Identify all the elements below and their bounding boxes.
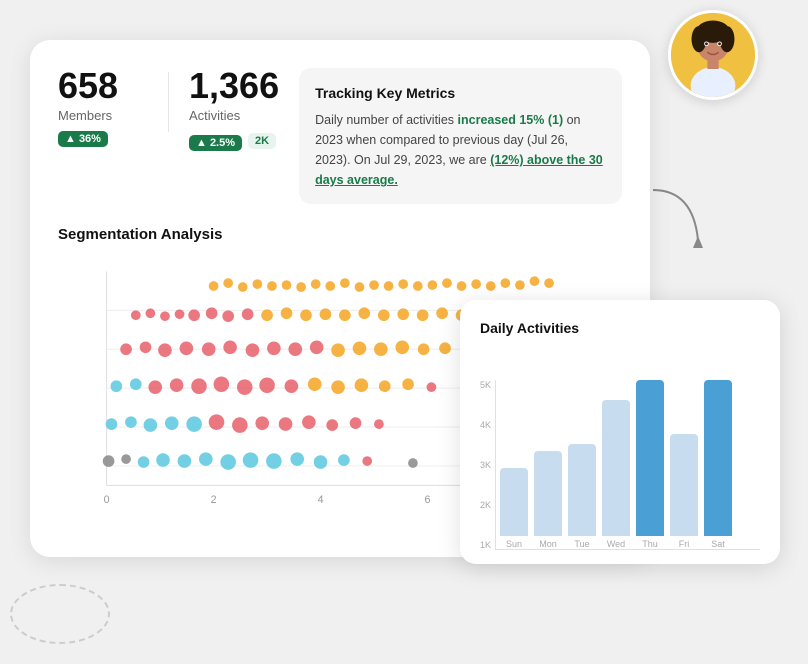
activities-badge2: 2K <box>248 133 276 149</box>
y-label-2k: 2K <box>480 500 491 510</box>
svg-text:6: 6 <box>425 494 431 506</box>
bar-label-tue: Tue <box>574 539 589 549</box>
divider <box>168 72 169 132</box>
bar-label-wed: Wed <box>607 539 625 549</box>
tracking-highlight1: increased 15% (1) <box>458 113 564 127</box>
tracking-title: Tracking Key Metrics <box>315 82 606 104</box>
segmentation-title: Segmentation Analysis <box>58 226 622 243</box>
y-label-1k: 1K <box>480 540 491 550</box>
chart-container: 5K 4K 3K 2K 1K Sun Mon Tue <box>480 350 760 550</box>
bar-group-sun: Sun <box>500 380 528 549</box>
bar-label-sun: Sun <box>506 539 522 549</box>
tracking-box: Tracking Key Metrics Daily number of act… <box>299 68 622 204</box>
daily-activities-title: Daily Activities <box>480 320 760 336</box>
bar-group-mon: Mon <box>534 380 562 549</box>
bar-sun <box>500 468 528 536</box>
avatar <box>668 10 758 100</box>
activities-label: Activities <box>189 108 279 123</box>
y-label-3k: 3K <box>480 460 491 470</box>
y-label-5k: 5K <box>480 380 491 390</box>
bar-label-sat: Sat <box>711 539 725 549</box>
y-label-4k: 4K <box>480 420 491 430</box>
bar-group-sat: Sat <box>704 380 732 549</box>
svg-text:2: 2 <box>211 494 217 506</box>
top-section: 658 Members ▲ 36% 1,366 Activities ▲ 2.5… <box>58 68 622 204</box>
members-label: Members <box>58 108 148 123</box>
bar-tue <box>568 444 596 536</box>
bar-wed <box>602 400 630 536</box>
bar-label-thu: Thu <box>642 539 658 549</box>
bar-group-thu: Thu <box>636 380 664 549</box>
members-value: 658 <box>58 68 148 104</box>
bar-group-fri: Fri <box>670 380 698 549</box>
bar-thu <box>636 380 664 536</box>
activities-badge: ▲ 2.5% <box>189 135 242 151</box>
daily-activities-card: Daily Activities 5K 4K 3K 2K 1K Sun Mon <box>460 300 780 564</box>
tracking-text: Daily number of activities increased 15%… <box>315 110 606 190</box>
activities-value: 1,366 <box>189 68 279 104</box>
bar-sat <box>704 380 732 536</box>
svg-text:0: 0 <box>104 494 110 506</box>
bar-label-fri: Fri <box>679 539 690 549</box>
activities-metric: 1,366 Activities ▲ 2.5% 2K <box>189 68 279 151</box>
activities-badges: ▲ 2.5% 2K <box>189 131 279 151</box>
members-badge: ▲ 36% <box>58 131 108 147</box>
bar-mon <box>534 451 562 536</box>
bar-group-wed: Wed <box>602 380 630 549</box>
bar-chart: Sun Mon Tue Wed Thu <box>495 380 760 550</box>
svg-text:4: 4 <box>318 494 324 506</box>
members-metric: 658 Members ▲ 36% <box>58 68 148 147</box>
bar-label-mon: Mon <box>539 539 557 549</box>
bar-fri <box>670 434 698 536</box>
bar-group-tue: Tue <box>568 380 596 549</box>
tracking-highlight2: (12%) above the 30 days average. <box>315 153 603 187</box>
y-axis: 5K 4K 3K 2K 1K <box>480 380 491 550</box>
decorative-circle <box>10 584 110 644</box>
